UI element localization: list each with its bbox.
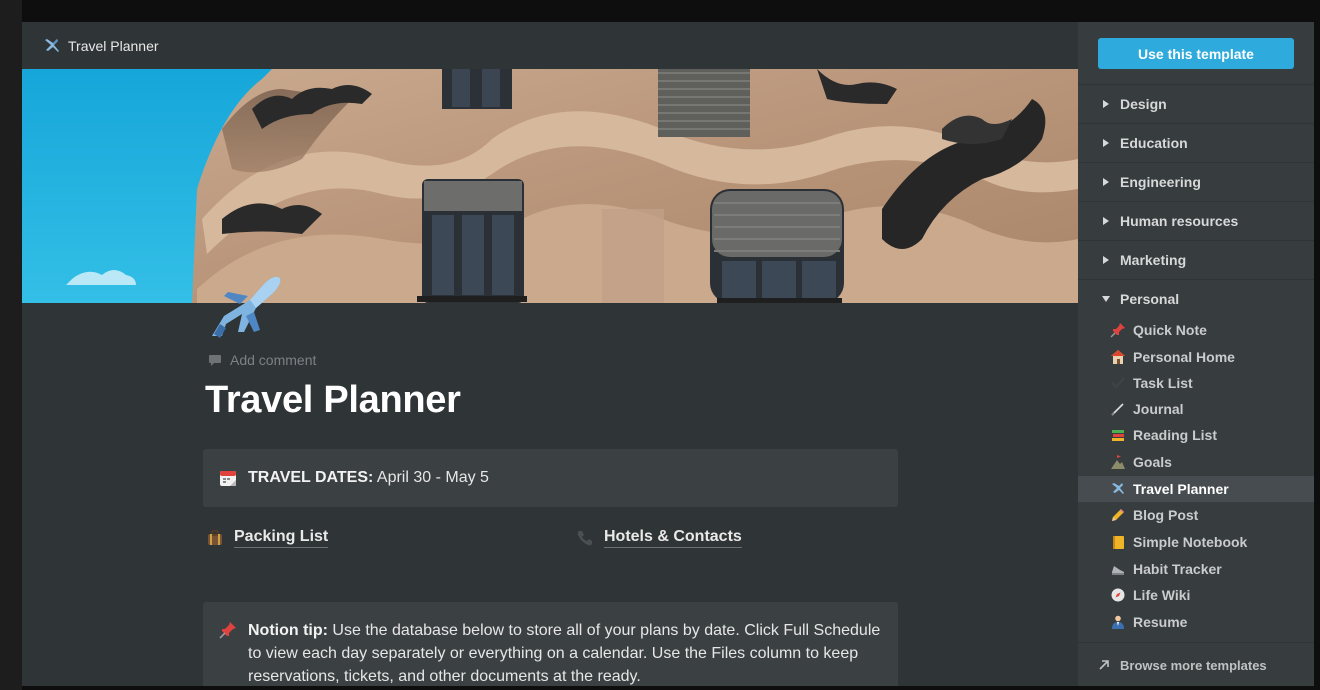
calendar-icon [220,471,236,486]
category-engineering[interactable]: Engineering [1078,162,1314,201]
template-task-list[interactable]: Task List [1078,370,1314,396]
caret-right-icon [1103,100,1109,108]
notion-tip-text: Notion tip: Use the database below to st… [248,619,888,686]
template-blog-post[interactable]: Blog Post [1078,502,1314,528]
books-icon [1112,430,1124,441]
category-label: Design [1120,96,1167,112]
hotels-contacts-label: Hotels & Contacts [604,528,742,548]
caret-right-icon [1103,139,1109,147]
category-marketing[interactable]: Marketing [1078,240,1314,279]
template-life-wiki[interactable]: Life Wiki [1078,582,1314,608]
house-icon [1111,350,1125,364]
template-goals[interactable]: Goals [1078,449,1314,475]
template-habit-tracker[interactable]: Habit Tracker [1078,556,1314,582]
hotels-contacts-link[interactable]: Hotels & Contacts [576,528,742,548]
travel-dates-value: April 30 - May 5 [373,469,489,486]
arrow-up-right-icon [1099,660,1109,670]
browse-more-templates-link[interactable]: Browse more templates [1078,642,1314,686]
notion-tip-body: Use the database below to store all of y… [248,622,881,685]
running-shoe-icon [1112,566,1124,575]
template-label: Personal Home [1133,349,1235,365]
template-label: Simple Notebook [1133,534,1248,550]
category-label: Human resources [1120,213,1239,229]
category-design[interactable]: Design [1078,84,1314,123]
template-label: Resume [1133,614,1188,630]
category-education[interactable]: Education [1078,123,1314,162]
category-label: Personal [1120,291,1180,307]
compass-icon [1111,588,1125,602]
page-title: Travel Planner [205,379,461,421]
preview-title: Travel Planner [68,37,159,54]
browse-more-label: Browse more templates [1120,657,1267,673]
packing-list-label: Packing List [234,528,329,548]
template-simple-notebook[interactable]: Simple Notebook [1078,529,1314,555]
notion-tip-label: Notion tip: [248,622,328,639]
category-label: Education [1120,135,1188,151]
template-quick-note[interactable]: Quick Note [1078,317,1314,343]
background-page-strip [0,0,22,690]
cover-image [22,69,1078,303]
category-label: Marketing [1120,252,1187,268]
template-label: Travel Planner [1133,481,1229,497]
travel-dates-callout: TRAVEL DATES: April 30 - May 5 [203,449,898,507]
travel-dates-label: TRAVEL DATES: [248,469,374,486]
template-label: Task List [1133,375,1193,391]
template-personal-home[interactable]: Personal Home [1078,344,1314,370]
mountain-flag-icon [1111,455,1125,469]
template-gallery-modal: Travel Planner Add comment Travel Planne… [22,22,1314,686]
template-resume[interactable]: Resume [1078,609,1314,635]
caret-right-icon [1103,217,1109,225]
person-suit-icon [1112,615,1124,629]
notion-tip-callout: Notion tip: Use the database below to st… [203,602,898,686]
template-label: Reading List [1133,427,1218,443]
template-label: Blog Post [1133,507,1199,523]
airplane-icon [1112,483,1124,494]
phone-icon [577,531,592,546]
luggage-icon [208,530,222,545]
add-comment-button[interactable]: Add comment [208,352,316,368]
caret-down-icon [1102,296,1110,302]
template-label: Quick Note [1133,322,1207,338]
template-travel-planner[interactable]: Travel Planner [1078,476,1314,502]
category-label: Engineering [1120,174,1201,190]
preview-header: Travel Planner [22,22,1078,69]
checkmark-icon [1111,377,1125,389]
template-preview: Travel Planner Add comment Travel Planne… [22,22,1078,686]
template-label: Habit Tracker [1133,561,1222,577]
category-personal[interactable]: Personal [1078,279,1314,318]
caret-right-icon [1103,256,1109,264]
caret-right-icon [1103,178,1109,186]
category-human-resources[interactable]: Human resources [1078,201,1314,240]
template-journal[interactable]: Journal [1078,396,1314,422]
pushpin-icon [1110,323,1125,338]
comment-icon [209,355,221,366]
airplane-icon [45,38,59,52]
use-template-button[interactable]: Use this template [1098,38,1294,69]
packing-list-link[interactable]: Packing List [206,528,329,548]
pencil-icon [1112,509,1124,521]
template-label: Journal [1133,401,1184,417]
template-reading-list[interactable]: Reading List [1078,422,1314,448]
add-comment-label: Add comment [230,352,317,368]
airplane-icon [212,276,281,338]
template-sidebar: Use this template Design Education Engin… [1078,22,1314,686]
pen-icon [1111,403,1124,416]
template-label: Life Wiki [1133,587,1191,603]
template-label: Goals [1133,454,1172,470]
pushpin-icon [219,622,236,639]
notebook-icon [1113,536,1124,549]
